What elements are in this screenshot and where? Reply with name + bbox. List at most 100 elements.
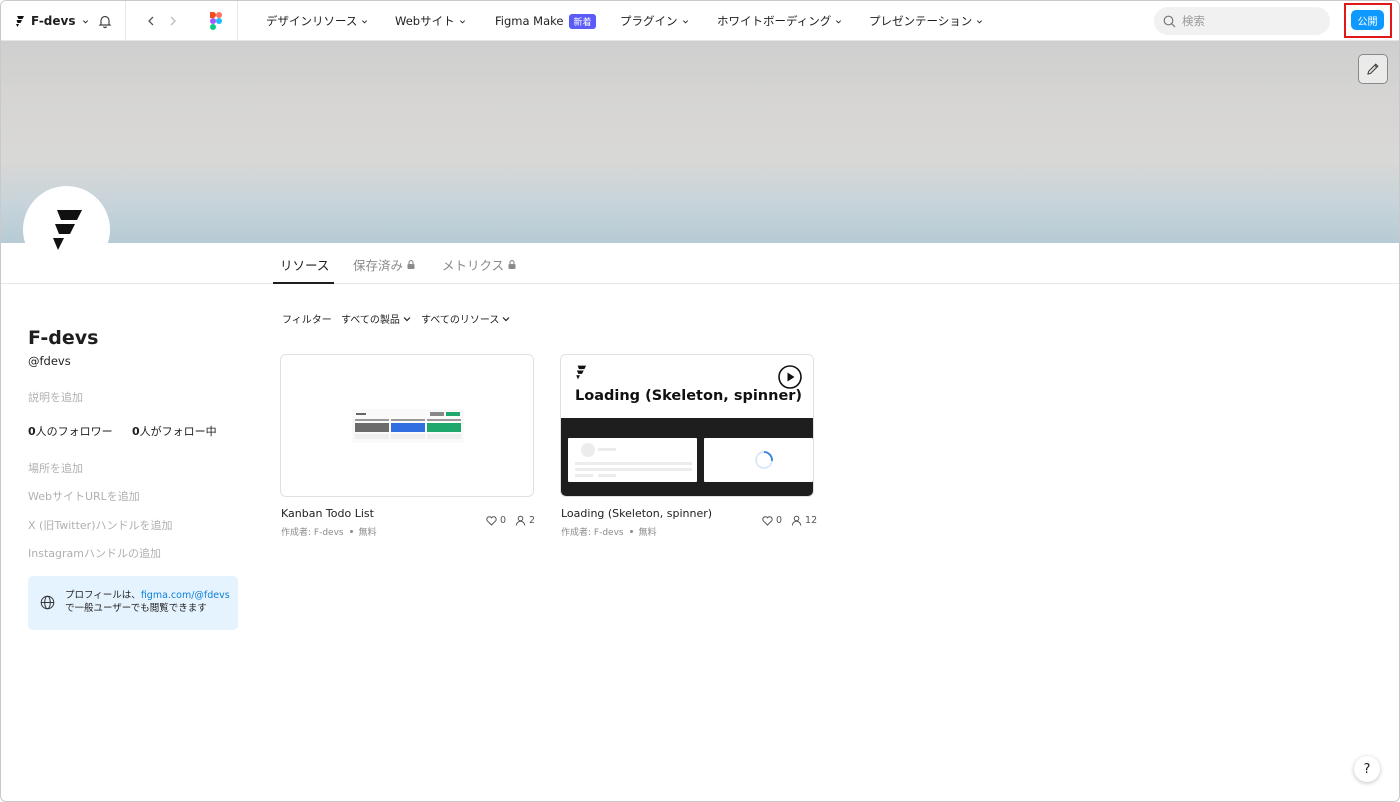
profile-url-link[interactable]: figma.com/@fdevs: [141, 590, 230, 601]
users-count: 12: [805, 515, 818, 526]
nav-label: プレゼンテーション: [869, 14, 973, 28]
following-count[interactable]: 0人がフォロー中: [132, 423, 217, 439]
chevron-down-icon: [403, 316, 411, 321]
play-icon[interactable]: [778, 365, 802, 389]
chevron-down-icon: [82, 19, 88, 24]
add-description-link[interactable]: 説明を追加: [28, 389, 83, 405]
card-meta: 作成者: F-devs 無料: [281, 525, 377, 538]
avatar[interactable]: [23, 186, 110, 273]
chevron-down-icon: [459, 19, 465, 23]
nav-whiteboarding[interactable]: ホワイトボーディング: [717, 13, 842, 29]
team-logo-icon: [576, 365, 587, 380]
heart-icon[interactable]: [762, 515, 773, 526]
card-title[interactable]: Kanban Todo List: [281, 507, 374, 520]
card-price: 無料: [358, 528, 377, 538]
card-meta: 作成者: F-devs 無料: [561, 525, 657, 538]
likes-count: 0: [776, 515, 783, 526]
profile-handle: @fdevs: [28, 354, 71, 368]
team-logo-icon: [16, 16, 24, 27]
forward-arrow-icon[interactable]: [167, 13, 179, 29]
tab-saved[interactable]: 保存済み: [353, 255, 415, 274]
top-bar: F-devs デザインリソース Webサイト Figma Make 新着 プラグ…: [1, 1, 1399, 41]
dropdown-value: すべてのリソース: [421, 315, 500, 326]
public-profile-notice: プロフィールは、figma.com/@fdevs で一般ユーザーでも閲覧できます: [28, 576, 238, 630]
team-switcher[interactable]: F-devs: [15, 12, 89, 30]
notice-prefix: プロフィールは、: [65, 590, 141, 601]
search-box[interactable]: [1154, 7, 1330, 35]
tab-metrics[interactable]: メトリクス: [442, 255, 516, 274]
user-icon: [515, 515, 526, 526]
tab-label: メトリクス: [442, 258, 505, 273]
loading-thumbnail-preview: [561, 418, 813, 496]
separator-dot: [349, 530, 353, 533]
tab-label: リソース: [280, 258, 330, 273]
team-name: F-devs: [31, 14, 76, 28]
tab-label: 保存済み: [353, 258, 404, 273]
nav-figma-make[interactable]: Figma Make 新着: [495, 13, 596, 29]
nav-label: Figma Make: [495, 14, 564, 28]
chevron-down-icon: [836, 19, 842, 23]
card-author[interactable]: 作成者: F-devs: [561, 525, 624, 538]
heart-icon[interactable]: [486, 515, 497, 526]
nav-label: プラグイン: [620, 14, 678, 28]
add-twitter-link[interactable]: X (旧Twitter)ハンドルを追加: [28, 517, 172, 533]
team-logo-icon: [52, 209, 82, 250]
chevron-down-icon: [362, 19, 368, 23]
resource-card-loading[interactable]: Loading (Skeleton, spinner): [560, 354, 814, 497]
card-stats: 0 2: [486, 515, 535, 526]
nav-label: ホワイトボーディング: [717, 14, 832, 28]
notice-text: プロフィールは、figma.com/@fdevs で一般ユーザーでも閲覧できます: [65, 589, 233, 615]
publish-button[interactable]: 公開: [1351, 10, 1384, 30]
divider: [237, 1, 238, 41]
chevron-down-icon: [502, 316, 510, 321]
followers-label: 人のフォロワー: [35, 425, 113, 438]
add-instagram-link[interactable]: Instagramハンドルの追加: [28, 545, 161, 561]
nav-design-resources[interactable]: デザインリソース: [266, 13, 368, 29]
users-count: 2: [529, 515, 536, 526]
back-arrow-icon[interactable]: [145, 13, 157, 29]
resource-filter-dropdown[interactable]: すべてのリソース: [421, 311, 510, 326]
followers-number: 0: [28, 425, 36, 438]
add-location-link[interactable]: 場所を追加: [28, 460, 83, 476]
user-icon: [791, 515, 802, 526]
divider: [125, 1, 126, 41]
nav-websites[interactable]: Webサイト: [395, 13, 466, 29]
skeleton-preview: [568, 438, 813, 482]
profile-name: F-devs: [28, 327, 99, 349]
notice-suffix: で一般ユーザーでも閲覧できます: [65, 603, 207, 614]
help-button[interactable]: ?: [1354, 756, 1380, 782]
thumbnail-title: Loading (Skeleton, spinner): [575, 388, 803, 404]
chevron-down-icon: [977, 19, 983, 23]
tab-resources[interactable]: リソース: [280, 255, 329, 274]
dropdown-value: すべての製品: [341, 315, 400, 326]
profile-tabs: リソース 保存済み メトリクス: [1, 243, 1399, 284]
filter-label: フィルター: [282, 315, 332, 326]
new-badge: 新着: [569, 13, 596, 29]
product-filter-dropdown[interactable]: すべての製品: [341, 311, 411, 326]
add-website-link[interactable]: WebサイトURLを追加: [28, 488, 140, 504]
active-tab-indicator: [273, 282, 334, 284]
globe-icon: [40, 595, 55, 610]
lock-icon: [508, 260, 516, 269]
app-window: F-devs デザインリソース Webサイト Figma Make 新着 プラグ…: [0, 0, 1400, 802]
nav-presentations[interactable]: プレゼンテーション: [869, 13, 983, 29]
resource-card-kanban[interactable]: [280, 354, 534, 497]
figma-logo-icon[interactable]: [210, 12, 222, 30]
bell-icon[interactable]: [97, 13, 113, 29]
nav-label: デザインリソース: [266, 14, 358, 28]
search-icon: [1163, 15, 1176, 27]
lock-icon: [407, 260, 415, 269]
card-author[interactable]: 作成者: F-devs: [281, 525, 344, 538]
followers-count[interactable]: 0人のフォロワー: [28, 423, 113, 439]
search-input[interactable]: [1182, 14, 1322, 28]
pencil-icon: [1367, 63, 1379, 75]
chevron-down-icon: [682, 19, 688, 23]
card-title[interactable]: Loading (Skeleton, spinner): [561, 507, 712, 520]
nav-plugins[interactable]: プラグイン: [620, 13, 689, 29]
following-label: 人がフォロー中: [139, 425, 217, 438]
edit-cover-button[interactable]: [1358, 54, 1388, 84]
loading-thumbnail-header: Loading (Skeleton, spinner): [561, 355, 813, 418]
card-price: 無料: [638, 528, 657, 538]
nav-label: Webサイト: [395, 14, 455, 28]
kanban-thumbnail: [352, 409, 464, 443]
